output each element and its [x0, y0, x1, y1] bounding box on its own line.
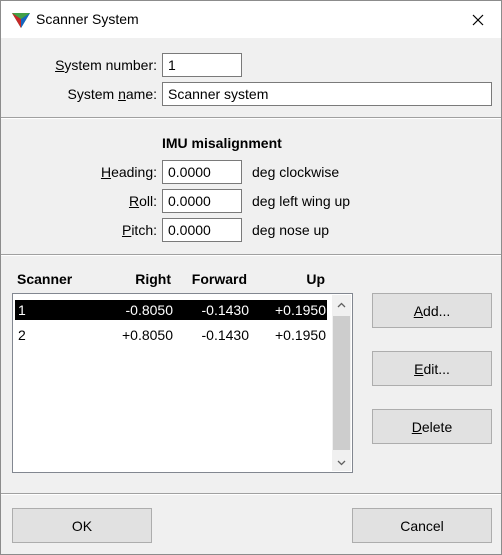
column-header-up: Up — [306, 271, 325, 287]
list-item[interactable]: 1 -0.8050 -0.1430 +0.1950 — [15, 300, 327, 320]
separator — [1, 254, 501, 256]
chevron-up-icon — [337, 302, 346, 307]
right-value: +0.8050 — [122, 327, 173, 343]
heading-unit: deg clockwise — [252, 164, 340, 180]
scroll-up-button[interactable] — [332, 296, 351, 313]
scanner-list[interactable]: 1 -0.8050 -0.1430 +0.1950 2 +0.8050 -0.1… — [12, 293, 353, 473]
separator — [1, 117, 501, 119]
system-name-label: System name: — [67, 86, 158, 102]
add-button[interactable]: Add... — [372, 293, 492, 328]
imu-misalignment-heading: IMU misalignment — [162, 135, 282, 151]
roll-input[interactable]: 0.0000 — [162, 189, 242, 213]
vertical-scrollbar[interactable] — [332, 295, 351, 471]
delete-button[interactable]: Delete — [372, 409, 492, 444]
column-header-scanner: Scanner — [17, 271, 73, 287]
separator — [1, 493, 501, 495]
pitch-input[interactable]: 0.0000 — [162, 218, 242, 242]
roll-unit: deg left wing up — [252, 193, 351, 209]
close-button[interactable] — [455, 1, 501, 38]
scroll-down-button[interactable] — [332, 454, 351, 471]
scanner-system-dialog: Scanner System System number: 1 System n… — [0, 0, 502, 555]
chevron-down-icon — [337, 460, 346, 465]
edit-button[interactable]: Edit... — [372, 351, 492, 386]
column-header-forward: Forward — [191, 271, 247, 287]
system-name-input[interactable]: Scanner system — [162, 82, 492, 106]
scanner-id: 2 — [18, 327, 26, 343]
delete-button-label: Delete — [411, 418, 453, 435]
ok-button-label: OK — [71, 517, 93, 534]
close-icon — [472, 14, 484, 25]
list-item[interactable]: 2 +0.8050 -0.1430 +0.1950 — [15, 325, 327, 345]
roll-label: Roll: — [128, 193, 157, 209]
up-value: +0.1950 — [275, 327, 326, 343]
scroll-thumb[interactable] — [333, 316, 350, 450]
app-logo-icon — [12, 13, 30, 28]
up-value: +0.1950 — [275, 302, 326, 318]
scanner-id: 1 — [18, 302, 26, 318]
heading-input[interactable]: 0.0000 — [162, 160, 242, 184]
right-value: -0.8050 — [125, 302, 173, 318]
title-bar[interactable]: Scanner System — [1, 1, 501, 38]
column-header-right: Right — [135, 271, 171, 287]
add-button-label: Add... — [413, 302, 451, 319]
window-title: Scanner System — [36, 11, 139, 27]
forward-value: -0.1430 — [201, 302, 249, 318]
system-number-input[interactable]: 1 — [162, 53, 242, 77]
forward-value: -0.1430 — [201, 327, 249, 343]
cancel-button-label: Cancel — [400, 517, 444, 534]
pitch-label: Pitch: — [121, 222, 157, 238]
system-number-label: System number: — [55, 57, 157, 73]
ok-button[interactable]: OK — [12, 508, 152, 543]
heading-label: Heading: — [100, 164, 157, 180]
pitch-unit: deg nose up — [252, 222, 330, 238]
edit-button-label: Edit... — [414, 360, 450, 377]
cancel-button[interactable]: Cancel — [352, 508, 492, 543]
